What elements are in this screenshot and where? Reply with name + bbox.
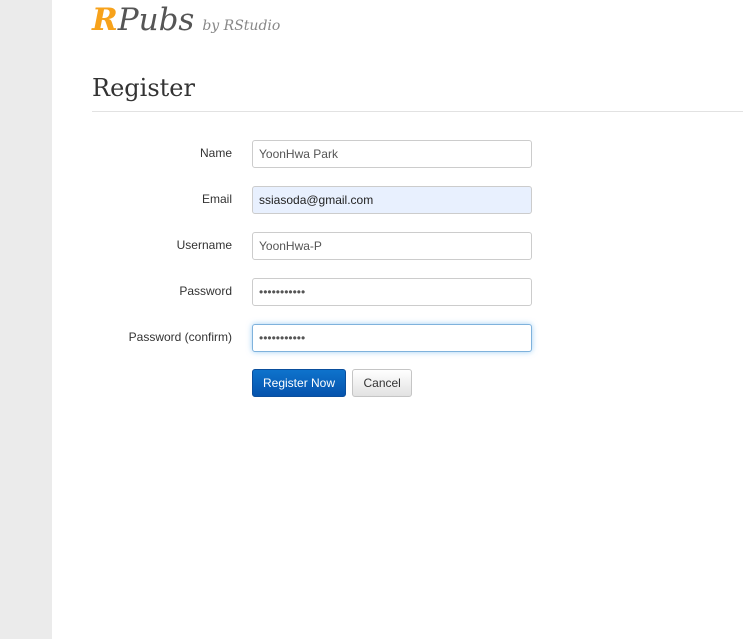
email-field[interactable]: [252, 186, 532, 214]
logo-pubs: Pubs: [117, 2, 195, 38]
username-label: Username: [176, 238, 232, 252]
logo-byline: by RStudio: [202, 18, 281, 34]
form-row-email: Email: [92, 186, 692, 214]
page-title: Register: [92, 74, 195, 103]
username-field[interactable]: [252, 232, 532, 260]
password-confirm-label: Password (confirm): [128, 330, 232, 344]
form-actions: Register Now Cancel: [252, 369, 412, 399]
form-row-password-confirm: Password (confirm): [92, 324, 692, 352]
rpubs-logo[interactable]: RPubs by RStudio: [92, 2, 280, 38]
password-field[interactable]: [252, 278, 532, 306]
form-row-name: Name: [92, 140, 692, 168]
page-content: RPubs by RStudio Register Name Email User…: [52, 0, 743, 639]
name-field[interactable]: [252, 140, 532, 168]
divider: [92, 111, 743, 112]
password-label: Password: [179, 284, 232, 298]
left-gutter: [0, 0, 52, 639]
form-row-password: Password: [92, 278, 692, 306]
password-confirm-field[interactable]: [252, 324, 532, 352]
register-now-button[interactable]: Register Now: [252, 369, 347, 397]
email-label: Email: [201, 192, 232, 206]
cancel-button[interactable]: Cancel: [352, 369, 412, 397]
form-row-username: Username: [92, 232, 692, 260]
name-label: Name: [199, 146, 232, 160]
logo-r: R: [92, 2, 118, 38]
